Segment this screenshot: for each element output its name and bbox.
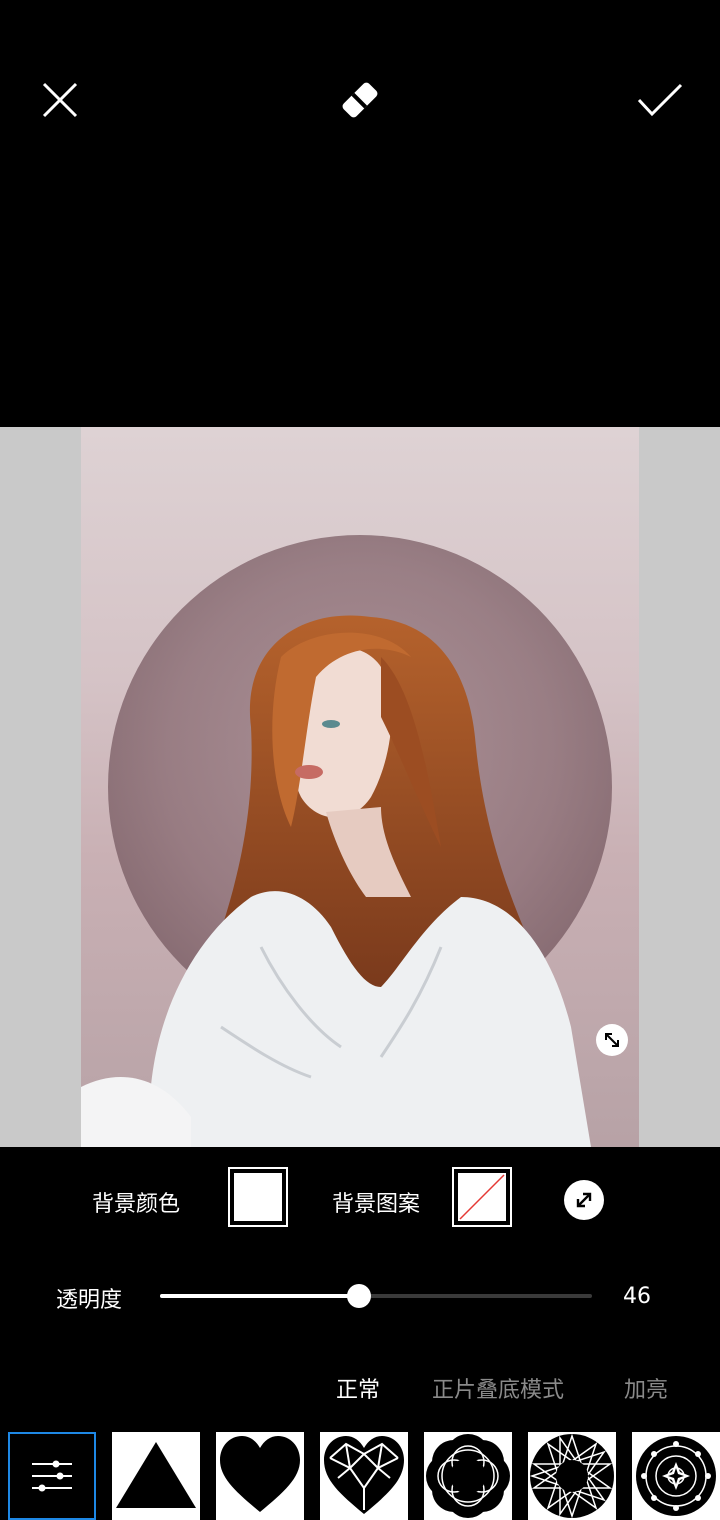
star-ring-icon — [529, 1433, 614, 1519]
heart-icon — [220, 1436, 300, 1512]
opacity-slider-thumb[interactable] — [347, 1284, 371, 1308]
flower-ring-icon — [426, 1434, 510, 1518]
adjust-sliders-icon — [32, 1460, 72, 1492]
shape-flower-ring[interactable] — [424, 1432, 512, 1520]
background-pattern-swatch[interactable] — [452, 1167, 512, 1227]
mandala-icon — [636, 1436, 716, 1516]
background-pattern-fill — [458, 1173, 506, 1221]
shape-mandala[interactable] — [632, 1432, 720, 1520]
adjust-shape-button[interactable] — [8, 1432, 96, 1520]
background-pattern-label: 背景图案 — [332, 1192, 421, 1217]
background-color-fill — [234, 1173, 282, 1221]
photo-canvas[interactable] — [81, 427, 639, 1147]
resize-arrows-icon — [605, 1033, 619, 1047]
check-icon — [637, 83, 683, 117]
shape-heart[interactable] — [216, 1432, 304, 1520]
background-color-swatch[interactable] — [228, 1167, 288, 1227]
opacity-value: 46 — [623, 1284, 651, 1309]
opacity-slider[interactable] — [160, 1284, 592, 1308]
shape-triangle[interactable] — [112, 1432, 200, 1520]
blend-mode-lighten[interactable]: 加亮 — [624, 1372, 668, 1404]
confirm-button[interactable] — [630, 70, 690, 130]
shape-faceted-heart[interactable] — [320, 1432, 408, 1520]
triangle-icon — [116, 1442, 196, 1508]
portrait-illustration — [81, 535, 612, 1147]
shape-star-ring[interactable] — [528, 1432, 616, 1520]
no-pattern-icon — [459, 1174, 505, 1220]
swap-arrows-icon — [576, 1192, 592, 1208]
opacity-label: 透明度 — [56, 1288, 123, 1313]
opacity-slider-fill — [160, 1294, 359, 1298]
close-icon — [42, 82, 78, 118]
swap-background-button[interactable] — [564, 1180, 604, 1220]
blend-mode-multiply[interactable]: 正片叠底模式 — [432, 1372, 564, 1404]
eraser-icon — [342, 82, 378, 118]
faceted-heart-icon — [324, 1436, 404, 1514]
eraser-button[interactable] — [330, 70, 390, 130]
background-color-label: 背景颜色 — [92, 1192, 181, 1217]
resize-handle[interactable] — [596, 1024, 628, 1056]
close-button[interactable] — [30, 70, 90, 130]
blend-mode-normal[interactable]: 正常 — [336, 1372, 380, 1404]
